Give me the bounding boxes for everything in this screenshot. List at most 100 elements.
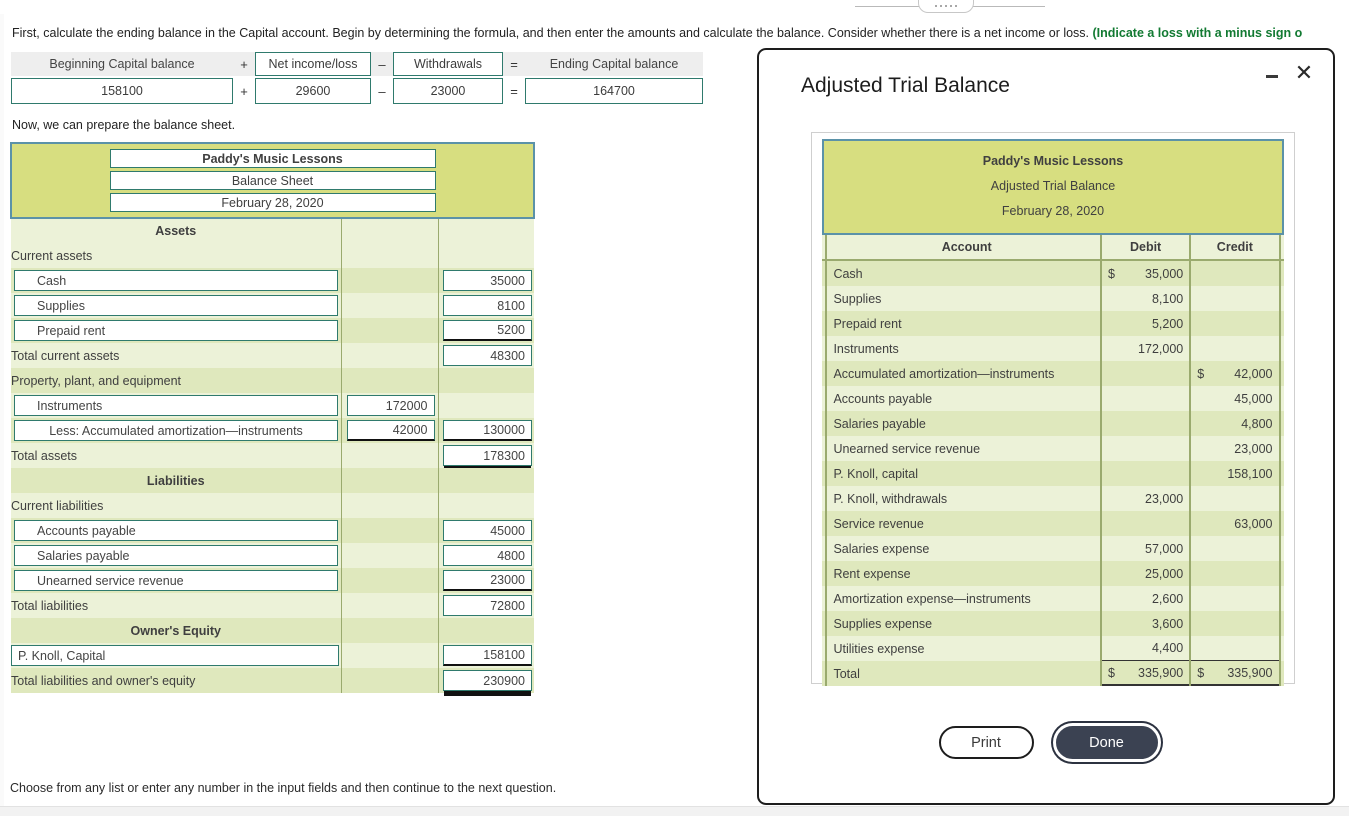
input-label-salaries-payable[interactable]: Salaries payable [14, 545, 338, 566]
table-row: Prepaid rent 5,200 [822, 311, 1284, 336]
formula-input-withdrawals[interactable]: 23000 [393, 78, 503, 104]
cell-mid [340, 343, 439, 368]
input-amount-net-instruments[interactable]: 130000 [443, 420, 532, 441]
cell-debit: 3,600 [1099, 611, 1191, 636]
input-amount-less-accumulated[interactable]: 42000 [346, 420, 435, 441]
cell-spacer-right [1278, 461, 1284, 486]
formula-value-op-minus: – [378, 83, 386, 99]
formula-input-net-income[interactable]: 29600 [255, 78, 371, 104]
input-amount-total-liabilities-equity[interactable]: 230900 [443, 670, 532, 691]
input-label-supplies[interactable]: Supplies [14, 295, 338, 316]
row-knoll-capital: P. Knoll, Capital [11, 643, 341, 668]
cell-mid [340, 443, 439, 468]
done-button[interactable]: Done [1055, 726, 1158, 759]
formula-input-beginning[interactable]: 158100 [11, 78, 233, 104]
trial-balance-table: Account Debit Credit Cash $35,000 Supplies… [822, 235, 1284, 686]
cell-account: Unearned service revenue [833, 441, 981, 456]
row-current-liabilities: Current liabilities [11, 493, 341, 518]
window-drag-bar[interactable] [0, 0, 1349, 14]
input-label-less-accumulated[interactable]: Less: Accumulated amortization—instrumen… [14, 420, 338, 441]
tb-date: February 28, 2020 [1001, 204, 1105, 218]
cell-credit [1189, 611, 1280, 636]
input-label-accounts-payable[interactable]: Accounts payable [14, 520, 338, 541]
cell-credit: 4,800 [1189, 411, 1280, 436]
cell-mid [340, 543, 439, 568]
input-label-knoll-capital[interactable]: P. Knoll, Capital [11, 645, 339, 666]
currency-symbol: $ [1197, 366, 1205, 381]
table-row: Accounts payable 45000 [11, 518, 534, 543]
cell-debit [1099, 361, 1191, 386]
cell-spacer-right [1278, 311, 1284, 336]
cell-debit: 25,000 [1099, 561, 1191, 586]
balance-sheet-table: Paddy's Music Lessons Balance Sheet Febr… [10, 142, 535, 693]
footer-note: Choose from any list or enter any number… [10, 781, 557, 795]
input-label-unearned-revenue[interactable]: Unearned service revenue [14, 570, 338, 591]
cell-debit [1099, 436, 1191, 461]
bs-statement-name[interactable]: Balance Sheet [109, 171, 436, 190]
th-spacer-right [1278, 235, 1284, 261]
tb-statement-name: Adjusted Trial Balance [990, 179, 1116, 193]
cell-amt [437, 618, 534, 643]
cell-credit [1189, 311, 1280, 336]
th-account: Account [826, 235, 1101, 261]
cell-debit: 8,100 [1099, 286, 1191, 311]
table-row: Owner's Equity [11, 618, 534, 643]
input-amount-cash[interactable]: 35000 [443, 270, 532, 291]
table-row: Instruments 172,000 [822, 336, 1284, 361]
left-rail [0, 14, 4, 806]
cell-spacer-right [1278, 661, 1284, 686]
bs-date[interactable]: February 28, 2020 [109, 193, 436, 212]
table-row: Salaries payable 4800 [11, 543, 534, 568]
cell-debit [1099, 461, 1191, 486]
cell-amt: 48300 [437, 343, 534, 368]
currency-symbol: $ [1107, 666, 1115, 680]
cell-debit [1099, 511, 1191, 536]
cell-account: Supplies [833, 291, 882, 306]
input-amount-knoll-capital[interactable]: 158100 [443, 645, 532, 666]
input-label-instruments[interactable]: Instruments [14, 395, 338, 416]
row-total-liabilities-equity: Total liabilities and owner's equity [11, 668, 341, 693]
drag-handle-dots-icon[interactable] [918, 0, 974, 13]
input-amount-total-current-assets[interactable]: 48300 [443, 345, 532, 366]
cell-amt [437, 393, 534, 418]
cell-amt [437, 493, 534, 518]
row-accounts-payable: Accounts payable [11, 518, 341, 543]
input-amount-salaries-payable[interactable]: 4800 [443, 545, 532, 566]
cell-credit [1189, 260, 1280, 286]
table-row: Rent expense 25,000 [822, 561, 1284, 586]
footer-divider [0, 806, 1349, 816]
prepare-balance-sheet-text: Now, we can prepare the balance sheet. [12, 118, 236, 132]
table-row: Supplies 8,100 [822, 286, 1284, 311]
table-row: Supplies 8100 [11, 293, 534, 318]
formula-input-ending[interactable]: 164700 [525, 78, 703, 104]
tb-company-name: Paddy's Music Lessons [982, 154, 1124, 168]
input-amount-total-assets[interactable]: 178300 [443, 445, 532, 466]
table-row: Salaries payable 4,800 [822, 411, 1284, 436]
th-debit: Debit [1099, 235, 1191, 261]
minimize-icon[interactable] [1265, 68, 1279, 82]
input-amount-total-liabilities[interactable]: 72800 [443, 595, 532, 616]
input-amount-prepaid-rent[interactable]: 5200 [443, 320, 532, 341]
formula-label-ending: Ending Capital balance [549, 57, 679, 71]
input-label-cash[interactable]: Cash [14, 270, 338, 291]
close-icon[interactable]: ✕ [1293, 62, 1315, 84]
table-row: Accounts payable 45,000 [822, 386, 1284, 411]
row-instruments: Instruments [11, 393, 341, 418]
formula-label-net-income[interactable]: Net income/loss [255, 52, 371, 76]
formula-op-minus: – [378, 56, 386, 72]
bs-company-name[interactable]: Paddy's Music Lessons [109, 149, 436, 168]
formula-label-withdrawals[interactable]: Withdrawals [393, 52, 503, 76]
table-row: Liabilities [11, 468, 534, 493]
input-label-prepaid-rent[interactable]: Prepaid rent [14, 320, 338, 341]
input-amount-accounts-payable[interactable]: 45000 [443, 520, 532, 541]
print-button[interactable]: Print [938, 726, 1034, 759]
cell-mid [340, 668, 439, 693]
input-amount-instruments[interactable]: 172000 [346, 395, 435, 416]
cell-spacer-right [1278, 361, 1284, 386]
cell-mid [340, 268, 439, 293]
input-amount-supplies[interactable]: 8100 [443, 295, 532, 316]
row-total-liabilities: Total liabilities [11, 593, 341, 618]
cell-mid [340, 518, 439, 543]
input-amount-unearned-revenue[interactable]: 23000 [443, 570, 532, 591]
formula-op-equals: = [510, 56, 518, 72]
